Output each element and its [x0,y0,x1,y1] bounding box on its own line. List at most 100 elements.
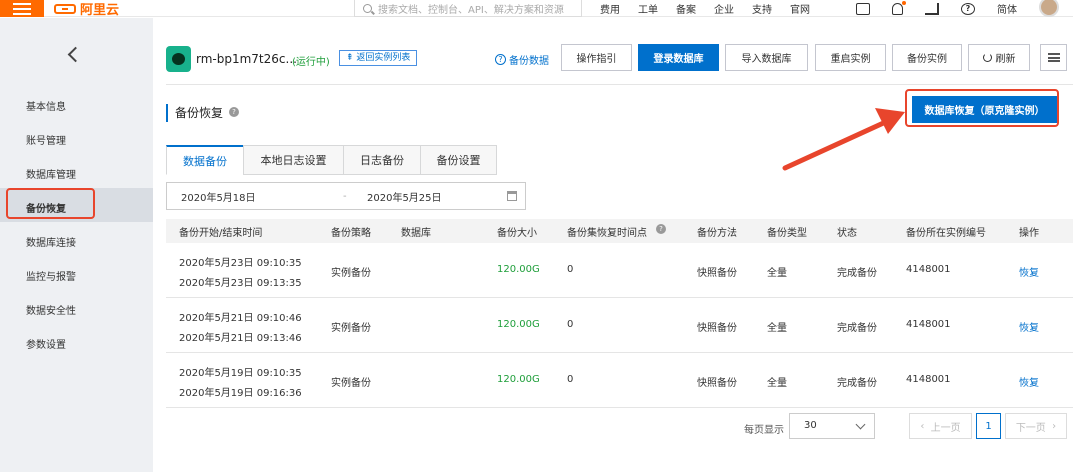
cell-method: 快照备份 [697,323,737,334]
sidebar-item-parameters[interactable]: 参数设置 [26,336,66,351]
search-input[interactable]: 搜索文档、控制台、API、解决方案和资源 [354,0,582,17]
cell-status: 完成备份 [837,323,877,334]
aliyun-logo[interactable]: 阿里云 [54,0,119,18]
import-db-button[interactable]: 导入数据库 [725,44,808,71]
list-icon [1047,53,1060,62]
sidebar-item-security[interactable]: 数据安全性 [26,302,76,317]
question-icon: ? [495,54,506,65]
cell-policy: 实例备份 [331,268,371,279]
col-action: 操作 [1019,228,1039,239]
cell-start: 2020年5月23日 09:10:35 [179,258,302,269]
menu-icon[interactable] [0,0,44,17]
cell-end: 2020年5月19日 09:16:36 [179,388,302,399]
cell-end: 2020年5月23日 09:13:35 [179,278,302,289]
cell-status: 完成备份 [837,268,877,279]
cell-type: 全量 [767,268,787,279]
chevron-left-icon[interactable] [67,46,84,63]
backup-help-label: 备份数据 [509,56,549,67]
sidebar-item-databases[interactable]: 数据库管理 [26,166,76,181]
nav-link-support[interactable]: 支持 [752,1,772,16]
top-nav-links: 费用 工单 备案 企业 支持 官网 [600,0,828,17]
search-icon [363,3,372,13]
cell-policy: 实例备份 [331,323,371,334]
highlight-box-restore [905,89,1059,127]
next-page-button[interactable]: 下一页 › [1005,413,1067,439]
col-method: 备份方法 [697,228,737,239]
tab-bar: 数据备份 本地日志设置 日志备份 备份设置 [166,145,497,175]
backup-help-link[interactable]: ? 备份数据 [495,52,549,67]
col-size: 备份大小 [497,228,537,239]
status-badge: (运行中) [292,57,330,68]
tab-data-backup[interactable]: 数据备份 [166,145,243,175]
tab-log-backup[interactable]: 日志备份 [343,145,420,175]
cell-start: 2020年5月21日 09:10:46 [179,313,302,324]
prev-page-label: 上一页 [930,422,961,434]
terminal-icon[interactable] [856,2,870,15]
calendar-icon[interactable] [507,191,517,201]
restore-link[interactable]: 恢复 [1019,264,1039,279]
col-time: 备份开始/结束时间 [179,228,263,239]
nav-link-ticket[interactable]: 工单 [638,1,658,16]
cell-point: 0 [567,374,574,385]
cell-point: 0 [567,319,574,330]
sidebar-item-monitoring[interactable]: 监控与报警 [26,268,76,283]
back-to-list-label: 返回实例列表 [356,53,411,63]
cell-instance: 4148001 [906,374,951,385]
bell-icon[interactable] [892,0,906,15]
col-status: 状态 [837,228,857,239]
cell-point: 0 [567,264,574,275]
date-range-picker[interactable]: 2020年5月18日 - 2020年5月25日 [166,182,526,210]
login-db-button[interactable]: 登录数据库 [638,44,719,71]
tab-backup-settings[interactable]: 备份设置 [420,145,497,175]
highlight-box-sidebar [6,188,95,219]
cell-method: 快照备份 [697,268,737,279]
help-icon[interactable]: ? [961,2,975,15]
cell-status: 完成备份 [837,378,877,389]
restore-link[interactable]: 恢复 [1019,374,1039,389]
section-title: 备份恢复 [166,104,223,122]
col-restore-point: 备份集恢复时间点 [567,228,647,239]
date-end[interactable]: 2020年5月25日 [367,189,442,204]
date-start[interactable]: 2020年5月18日 [181,189,256,204]
restart-button[interactable]: 重启实例 [815,44,886,71]
divider [166,84,1073,85]
top-nav-icons: ? 简体 [856,0,1059,17]
current-page-button[interactable]: 1 [976,413,1001,439]
top-nav: 阿里云 搜索文档、控制台、API、解决方案和资源 费用 工单 备案 企业 支持 … [0,0,1073,18]
nav-link-enterprise[interactable]: 企业 [714,1,734,16]
cell-instance: 4148001 [906,319,951,330]
cart-icon[interactable] [925,2,939,15]
cell-start: 2020年5月19日 09:10:35 [179,368,302,379]
nav-link-filing[interactable]: 备案 [676,1,696,16]
nav-link-website[interactable]: 官网 [790,1,810,16]
back-to-list-button[interactable]: ⇞ 返回实例列表 [339,50,418,66]
cell-type: 全量 [767,378,787,389]
col-db: 数据库 [401,228,431,239]
per-page-select[interactable]: 30 [789,413,875,439]
sidebar-item-basic-info[interactable]: 基本信息 [26,98,66,113]
list-view-button[interactable] [1040,44,1067,71]
backup-button[interactable]: 备份实例 [892,44,962,71]
per-page-label: 每页显示 [744,425,784,436]
sidebar-item-connection[interactable]: 数据库连接 [26,234,76,249]
cell-end: 2020年5月21日 09:13:46 [179,333,302,344]
nav-link-fee[interactable]: 费用 [600,1,620,16]
col-policy: 备份策略 [331,228,371,239]
guide-button[interactable]: 操作指引 [561,44,632,71]
sidebar-item-accounts[interactable]: 账号管理 [26,132,66,147]
cell-policy: 实例备份 [331,378,371,389]
prev-page-button[interactable]: ‹ 上一页 [909,413,972,439]
cell-size: 120.00G [497,264,540,275]
refresh-label: 刷新 [995,54,1016,65]
restore-link[interactable]: 恢复 [1019,319,1039,334]
chevron-down-icon [855,419,866,430]
sidebar: 基本信息 账号管理 数据库管理 备份恢复 数据库连接 监控与报警 数据安全性 参… [0,18,153,472]
help-icon[interactable]: ? [229,107,239,117]
refresh-button[interactable]: 刷新 [968,44,1030,71]
avatar[interactable] [1039,0,1059,17]
cell-size: 120.00G [497,374,540,385]
cell-instance: 4148001 [906,264,951,275]
help-icon[interactable]: ? [656,224,666,234]
language-switch[interactable]: 简体 [997,1,1017,16]
tab-local-log-settings[interactable]: 本地日志设置 [243,145,343,175]
